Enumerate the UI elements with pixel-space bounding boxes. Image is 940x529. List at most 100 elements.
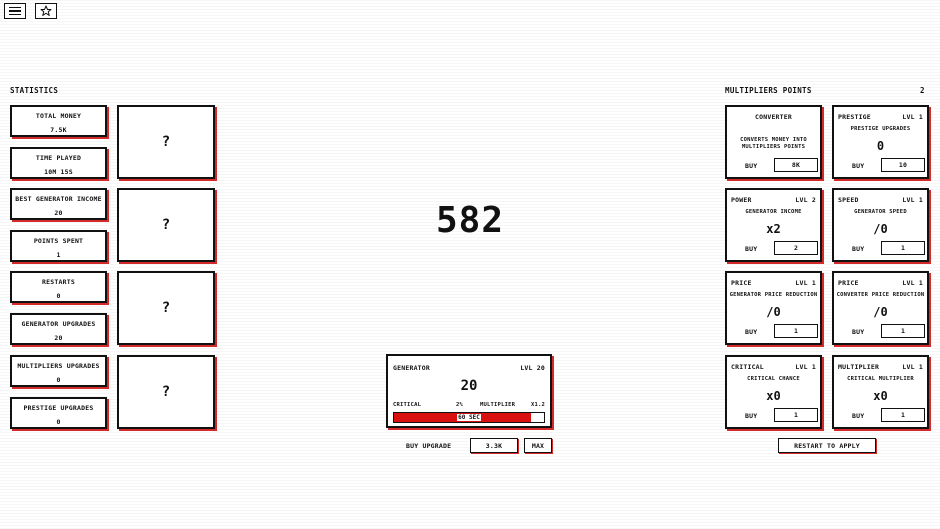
multiplier-card-multiplier: MULTIPLIER LVL 1 CRITICAL MULTIPLIER x0 BUY 1 — [832, 355, 929, 429]
card-value: 0 — [876, 139, 885, 153]
upgrade-price: 3.3K — [485, 441, 503, 450]
card-title: PRESTIGE — [838, 113, 871, 121]
stat-label: RESTARTS — [42, 278, 75, 286]
stat-value: 0 — [56, 376, 61, 384]
stat-label: TIME PLAYED — [35, 154, 82, 162]
locked-stat-box: ? — [117, 105, 215, 179]
card-level: LVL 2 — [795, 196, 816, 204]
multiplier-label: MULTIPLIER — [480, 402, 516, 408]
statistics-title: STATISTICS — [10, 86, 59, 95]
multiplier-card-price: PRICE LVL 1 CONVERTER PRICE REDUCTION/0 BUY… — [832, 271, 929, 345]
card-level: LVL 1 — [902, 196, 923, 204]
generator-level: LVL 20 — [520, 364, 545, 372]
card-title: CRITICAL — [731, 363, 764, 371]
card-buy-label: BUY — [852, 328, 865, 336]
locked-mark: ? — [161, 134, 171, 150]
card-value: /0 — [766, 305, 781, 319]
locked-mark: ? — [161, 384, 171, 400]
converter-desc-line1: CONVERTS MONEY INTO — [740, 137, 807, 143]
card-buy-button[interactable]: 2 — [774, 241, 818, 255]
multipliers-points: 2 — [920, 86, 925, 95]
stat-value: 0 — [56, 418, 61, 426]
card-buy-label: BUY — [745, 245, 758, 253]
card-value: x0 — [766, 389, 781, 403]
stat-box: GENERATOR UPGRADES 20 — [10, 313, 107, 345]
card-description: GENERATOR PRICE REDUCTION — [729, 292, 818, 298]
card-title: PRICE — [838, 279, 859, 287]
multiplier-card-price: PRICE LVL 1 GENERATOR PRICE REDUCTION/0 BUY… — [725, 271, 822, 345]
stat-box: TOTAL MONEY 7.5K — [10, 105, 107, 137]
card-buy-button[interactable]: 1 — [881, 408, 925, 422]
generator-count: 20 — [460, 378, 478, 394]
max-label: MAX — [531, 441, 545, 450]
card-buy-label: BUY — [852, 245, 865, 253]
card-value: /0 — [873, 305, 888, 319]
multiplier-card-speed: SPEED LVL 1 GENERATOR SPEED/0 BUY 1 — [832, 188, 929, 262]
stat-label: PRESTIGE UPGRADES — [23, 404, 94, 412]
converter-desc-line2: MULTIPLIERS POINTS — [741, 144, 806, 150]
card-buy-label: BUY — [852, 162, 865, 170]
favorite-button[interactable] — [35, 3, 57, 19]
stat-label: MULTIPLIERS UPGRADES — [17, 362, 100, 370]
card-title: MULTIPLIER — [838, 363, 880, 371]
card-description: CONVERTER PRICE REDUCTION — [836, 292, 925, 298]
stat-value: 7.5K — [50, 126, 67, 134]
multiplier-value: x1.2 — [530, 402, 545, 408]
stat-value: 10m 15s — [44, 168, 73, 176]
card-price: 1 — [900, 327, 906, 335]
progress-timer: 60 SEC — [457, 414, 481, 421]
card-title: PRICE — [731, 279, 752, 287]
locked-stat-box: ? — [117, 271, 215, 345]
card-level: LVL 1 — [795, 279, 816, 287]
stat-value: 0 — [56, 292, 61, 300]
max-button[interactable]: MAX — [524, 438, 552, 453]
card-value: x0 — [873, 389, 888, 403]
stat-box: RESTARTS 0 — [10, 271, 107, 303]
card-price: 10 — [898, 161, 908, 169]
card-description: GENERATOR INCOME — [745, 209, 802, 215]
card-description: CRITICAL CHANCE — [747, 376, 800, 382]
card-buy-button[interactable]: 1 — [774, 324, 818, 338]
generator-panel[interactable]: GENERATOR LVL 20 20 CRITICAL 2% MULTIPLI… — [386, 354, 552, 428]
card-buy-label: BUY — [745, 412, 758, 420]
multiplier-card-prestige: PRESTIGE LVL 1 PRESTIGE UPGRADES 0 BUY 10 — [832, 105, 929, 179]
multiplier-card-critical: CRITICAL LVL 1 CRITICAL CHANCE x0 BUY 1 — [725, 355, 822, 429]
stat-value: 20 — [54, 334, 63, 342]
stat-value: 1 — [56, 251, 61, 259]
buy-upgrade-label: BUY UPGRADE — [406, 442, 452, 450]
converter-price: 8K — [791, 161, 801, 169]
multiplier-card-power: POWER LVL 2 GENERATOR INCOME x2 BUY 2 — [725, 188, 822, 262]
card-value: x2 — [766, 222, 781, 236]
card-buy-button[interactable]: 1 — [774, 408, 818, 422]
card-title: POWER — [731, 196, 752, 204]
generator-progress-bar: 60 SEC — [393, 412, 545, 423]
card-buy-button[interactable]: 1 — [881, 241, 925, 255]
card-level: LVL 1 — [902, 113, 923, 121]
stat-label: TOTAL MONEY — [35, 112, 82, 120]
card-price: 2 — [793, 244, 799, 252]
star-icon — [40, 5, 52, 16]
stat-box: PRESTIGE UPGRADES 0 — [10, 397, 107, 429]
card-title: SPEED — [838, 196, 859, 204]
stat-box: TIME PLAYED 10m 15s — [10, 147, 107, 179]
card-buy-button[interactable]: 1 — [881, 324, 925, 338]
buy-upgrade-button[interactable]: 3.3K — [470, 438, 518, 453]
card-level: LVL 1 — [795, 363, 816, 371]
card-price: 1 — [793, 327, 799, 335]
card-buy-label: BUY — [745, 328, 758, 336]
converter-buy-button[interactable]: 8K — [774, 158, 818, 172]
generator-name: GENERATOR — [393, 364, 431, 372]
stat-label: GENERATOR UPGRADES — [21, 320, 96, 328]
card-value: /0 — [873, 222, 888, 236]
stat-box: MULTIPLIERS UPGRADES 0 — [10, 355, 107, 387]
card-description: PRESTIGE UPGRADES — [850, 126, 911, 132]
critical-label: CRITICAL — [393, 402, 422, 408]
card-buy-button[interactable]: 10 — [881, 158, 925, 172]
converter-title: CONVERTER — [754, 113, 793, 121]
converter-card: CONVERTER CONVERTS MONEY INTO MULTIPLIER… — [725, 105, 822, 179]
card-price: 1 — [900, 411, 906, 419]
locked-stat-box: ? — [117, 355, 215, 429]
restart-to-apply-button[interactable]: RESTART TO APPLY — [778, 438, 876, 453]
multipliers-title: MULTIPLIERS POINTS — [725, 86, 812, 95]
menu-button[interactable] — [4, 3, 26, 19]
